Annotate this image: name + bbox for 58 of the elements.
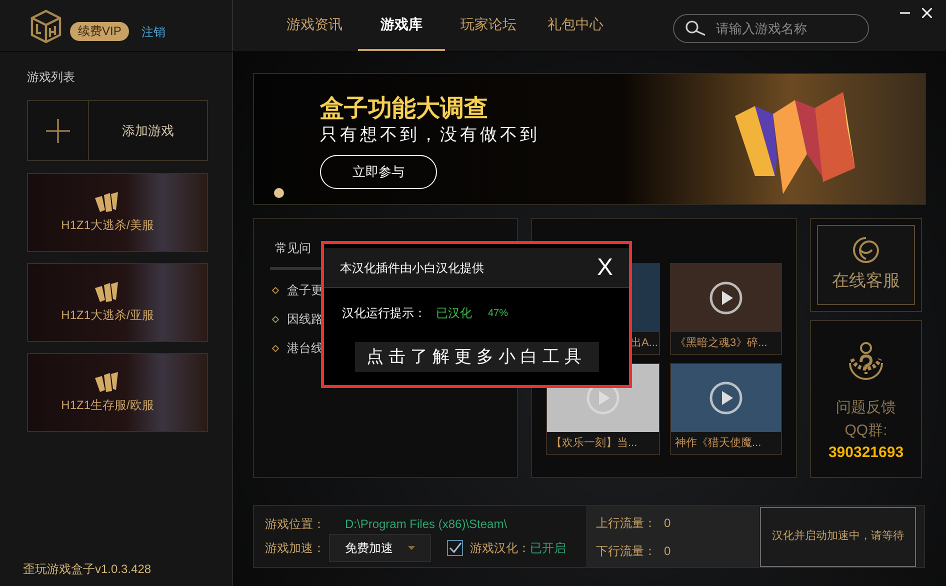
- localize-label: 游戏汉化：: [470, 540, 530, 557]
- speed-label: 游戏加速：: [265, 540, 325, 557]
- dialog-title: 本汉化插件由小白汉化提供: [340, 260, 484, 276]
- diamond-bullet-icon: [272, 344, 279, 352]
- play-icon[interactable]: [709, 281, 743, 315]
- search-icon: [685, 20, 707, 36]
- upload-value: 0: [664, 514, 671, 532]
- carousel-dot-icon[interactable]: [274, 188, 284, 198]
- more-tools-button[interactable]: 点击了解更多小白工具: [354, 342, 598, 372]
- nav-tab[interactable]: 礼包中心: [532, 0, 619, 51]
- nav-tab[interactable]: 游戏资讯: [271, 0, 358, 51]
- hint-state: 已汉化: [436, 305, 472, 322]
- customer-service-button[interactable]: 在线客服: [817, 225, 915, 305]
- game-card[interactable]: H1Z1大逃杀/美服: [27, 173, 208, 252]
- box-logo-icon: [28, 8, 64, 44]
- qq-group-number: 390321693: [828, 443, 904, 463]
- close-button[interactable]: X: [596, 256, 613, 280]
- video-caption: 【欢乐一刻】当...: [547, 432, 659, 454]
- join-button[interactable]: 立即参与: [320, 155, 437, 189]
- sidebar-title: 游戏列表: [27, 69, 76, 86]
- search-field[interactable]: 请输入游戏名称: [673, 14, 869, 43]
- feedback-label: 问题反馈: [836, 398, 896, 418]
- upload-label: 上行流量：: [596, 514, 656, 532]
- nav-tab[interactable]: 玩家论坛: [445, 0, 532, 51]
- video-caption: 神作《猎天使魔...: [671, 432, 781, 454]
- faq-link[interactable]: 盒子更: [287, 281, 323, 299]
- vip-button[interactable]: 续费VIP: [70, 22, 130, 41]
- video-tile[interactable]: 神作《猎天使魔...: [670, 363, 782, 455]
- banner-subtitle: 只有想不到，没有做不到: [320, 124, 540, 146]
- diamond-bullet-icon: [272, 316, 279, 322]
- caret-icon: [408, 546, 415, 550]
- progress-percent: 47%: [488, 306, 508, 320]
- feedback-panel[interactable]: 问题反馈 QQ群: 390321693: [810, 320, 922, 478]
- video-caption: 《黑暗之魂3》碎...: [671, 332, 781, 354]
- game-card[interactable]: H1Z1大逃杀/亚服: [27, 263, 208, 342]
- speed-dropdown[interactable]: 免费加速: [329, 534, 431, 562]
- add-game-button[interactable]: 添加游戏: [27, 100, 208, 161]
- play-icon[interactable]: [709, 381, 743, 415]
- diamond-bullet-icon: [272, 286, 279, 294]
- video-tile[interactable]: 《黑暗之魂3》碎...: [670, 263, 782, 355]
- download-value: 0: [664, 542, 671, 560]
- hint-label: 汉化运行提示：: [342, 305, 426, 322]
- game-card[interactable]: H1Z1生存服/欧服: [27, 353, 208, 432]
- faq-title: 常见问: [275, 240, 312, 257]
- localize-state: 已开启: [530, 540, 566, 557]
- localize-checkbox[interactable]: [447, 540, 463, 556]
- banner-title: 盒子功能大调查: [320, 94, 489, 124]
- qq-group-label: QQ群:: [844, 420, 888, 440]
- location-label: 游戏位置：: [265, 516, 325, 533]
- faq-link[interactable]: 因线路: [287, 310, 323, 328]
- gear-question-icon: [846, 341, 886, 383]
- logout-link[interactable]: 注销: [141, 22, 166, 40]
- download-label: 下行流量：: [596, 542, 656, 560]
- game-location: D:\Program Files (x86)\Steam\: [345, 516, 508, 533]
- status-button[interactable]: 汉化并启动加速中，请等待: [760, 506, 916, 566]
- version-label: 歪玩游戏盒子v1.0.3.428: [23, 561, 152, 578]
- plus-icon: [46, 118, 70, 142]
- close-icon[interactable]: [922, 8, 932, 18]
